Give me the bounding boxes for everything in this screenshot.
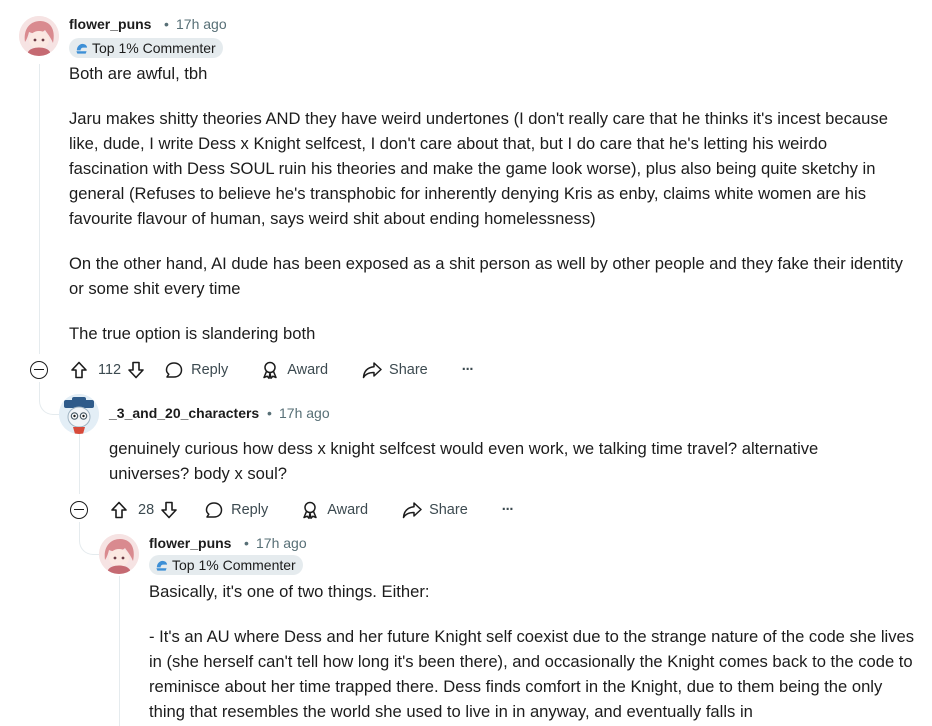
upvote-icon <box>71 361 87 379</box>
thread-line-root[interactable] <box>39 64 40 354</box>
avatar[interactable] <box>19 16 59 56</box>
downvote-button[interactable] <box>159 500 179 520</box>
more-options-icon[interactable]: ··· <box>462 362 474 378</box>
comment-timestamp[interactable]: 17h ago <box>256 535 307 551</box>
share-label: Share <box>389 362 428 378</box>
award-button[interactable]: Award <box>260 360 328 380</box>
share-arrow-icon <box>402 502 422 519</box>
comment-author[interactable]: _3_and_20_characters <box>109 405 259 421</box>
award-label: Award <box>327 502 369 518</box>
more-options-icon[interactable]: ··· <box>502 502 514 518</box>
reply-label: Reply <box>191 362 229 378</box>
avatar[interactable] <box>59 394 99 434</box>
comment-paragraph: Basically, it's one of two things. Eithe… <box>149 582 430 601</box>
thread-connector <box>39 382 60 415</box>
comment-timestamp[interactable]: 17h ago <box>176 16 227 32</box>
comment-meta-separator: • <box>267 405 272 421</box>
reply-bubble-icon <box>205 502 223 518</box>
user-flair: Top 1% Commenter <box>69 38 223 58</box>
flair-label: Top 1% Commenter <box>92 40 216 56</box>
thread-connector <box>79 522 100 555</box>
share-button[interactable]: Share <box>361 360 428 380</box>
comment-paragraph: Both are awful, tbh <box>69 64 208 83</box>
award-icon <box>263 361 277 380</box>
downvote-icon <box>161 501 177 519</box>
reply-bubble-icon <box>165 362 183 378</box>
comment-paragraph: On the other hand, AI dude has been expo… <box>69 254 903 298</box>
flair-label: Top 1% Commenter <box>172 557 296 573</box>
share-label: Share <box>429 502 468 518</box>
award-button[interactable]: Award <box>300 500 368 520</box>
reply-button[interactable]: Reply <box>164 360 228 380</box>
user-flair: Top 1% Commenter <box>149 555 303 575</box>
share-arrow-icon <box>362 362 382 379</box>
comment-action-bar: 112 Reply Award Share ··· <box>69 354 474 386</box>
downvote-icon <box>128 361 144 379</box>
share-button[interactable]: Share <box>401 500 468 520</box>
comment-paragraph: Jaru makes shitty theories AND they have… <box>69 109 888 228</box>
upvote-icon <box>111 501 127 519</box>
avatar[interactable] <box>99 534 139 574</box>
comment-author[interactable]: flower_puns <box>69 16 151 32</box>
downvote-button[interactable] <box>126 360 146 380</box>
thread-line-nested[interactable] <box>119 576 120 726</box>
collapse-thread-button[interactable] <box>30 361 48 379</box>
comment-paragraph: - It's an AU where Dess and her future K… <box>149 627 915 721</box>
comment-meta-separator: • <box>164 16 169 32</box>
comment-timestamp[interactable]: 17h ago <box>279 405 330 421</box>
commenter-badge-icon <box>156 560 168 571</box>
vote-count: 28 <box>138 502 155 518</box>
award-label: Award <box>287 362 329 378</box>
comment-paragraph: genuinely curious how dess x knight self… <box>109 439 819 483</box>
comment-action-bar: 28 Reply Award Share ··· <box>109 494 514 526</box>
comment-paragraph: The true option is slandering both <box>69 324 316 343</box>
collapse-thread-button[interactable] <box>70 501 88 519</box>
thread-line-reply[interactable] <box>79 434 80 494</box>
comment-meta-separator: • <box>244 535 249 551</box>
upvote-button[interactable] <box>69 360 89 380</box>
comment-author[interactable]: flower_puns <box>149 535 231 551</box>
award-icon <box>303 501 317 520</box>
reply-button[interactable]: Reply <box>204 500 268 520</box>
reply-label: Reply <box>231 502 269 518</box>
commenter-badge-icon <box>76 43 88 54</box>
vote-count: 112 <box>98 362 122 378</box>
upvote-button[interactable] <box>109 500 129 520</box>
